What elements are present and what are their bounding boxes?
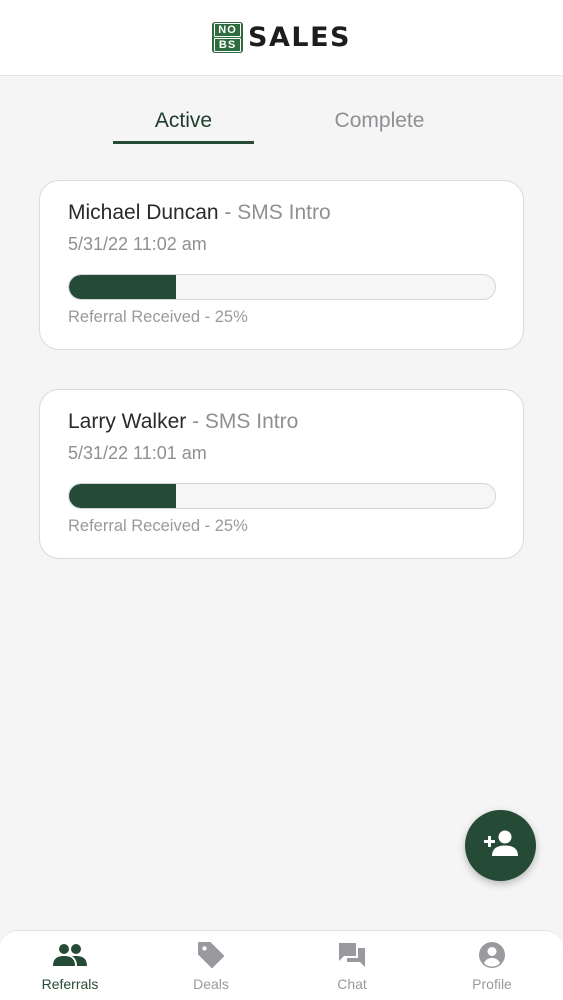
logo-badge-bottom: BS [214, 38, 242, 52]
referral-card[interactable]: Michael Duncan - SMS Intro 5/31/22 11:02… [39, 180, 524, 350]
referral-type: SMS Intro [237, 201, 331, 224]
nav-profile[interactable]: Profile [432, 931, 552, 1000]
nav-deals[interactable]: Deals [151, 931, 271, 1000]
nav-label: Referrals [41, 976, 99, 992]
referral-date: 5/31/22 11:02 am [68, 234, 207, 254]
referral-status: Referral Received - 25% [68, 308, 248, 326]
referral-title: Michael Duncan - SMS Intro [68, 201, 331, 225]
profile-icon [478, 941, 506, 969]
nav-chat[interactable]: Chat [292, 931, 412, 1000]
tab-complete[interactable]: Complete [309, 104, 450, 144]
progress-fill [69, 275, 176, 299]
nav-label: Deals [193, 976, 229, 992]
people-icon [53, 941, 87, 969]
title-separator: - [186, 410, 205, 433]
logo-badge: NO BS [212, 22, 244, 53]
referral-name: Larry Walker [68, 410, 187, 433]
referral-status: Referral Received - 25% [68, 517, 248, 535]
tab-active[interactable]: Active [113, 104, 254, 144]
logo-badge-top: NO [214, 23, 242, 37]
referral-title: Larry Walker - SMS Intro [68, 410, 298, 434]
progress-bar [68, 483, 496, 509]
tag-icon [197, 941, 225, 969]
status-tabs: Active Complete [0, 104, 563, 144]
nav-label: Chat [337, 976, 367, 992]
add-referral-button[interactable] [465, 810, 536, 881]
app-logo: NO BS SALES [212, 22, 351, 53]
referral-type: SMS Intro [204, 410, 299, 433]
referral-name: Michael Duncan [68, 201, 219, 224]
logo-text: SALES [248, 22, 351, 53]
bottom-nav: Referrals Deals Chat Profile [0, 930, 563, 1000]
progress-bar [68, 274, 496, 300]
title-separator: - [218, 201, 238, 224]
app-header: NO BS SALES [0, 0, 563, 76]
progress-fill [69, 484, 176, 508]
chat-icon [338, 941, 366, 969]
nav-label: Profile [472, 976, 512, 992]
add-person-icon [483, 829, 518, 862]
nav-referrals[interactable]: Referrals [10, 931, 130, 1000]
referral-card[interactable]: Larry Walker - SMS Intro 5/31/22 11:01 a… [39, 389, 524, 559]
referral-date: 5/31/22 11:01 am [68, 443, 207, 463]
